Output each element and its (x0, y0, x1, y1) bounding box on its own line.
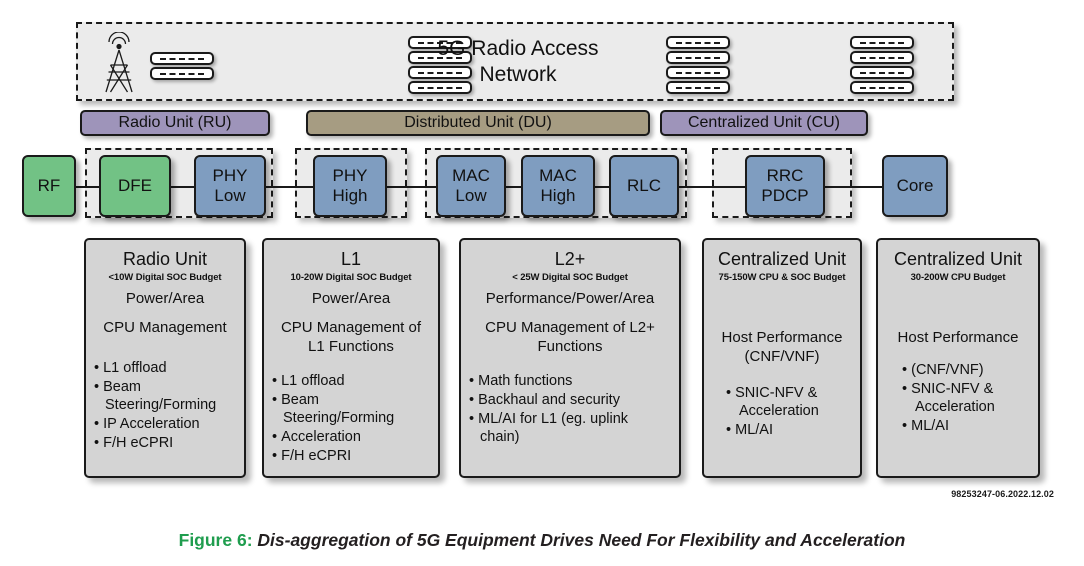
unit-bar-distributed-unit: Distributed Unit (DU) (306, 110, 650, 136)
card-item-list: Math functions Backhaul and security ML/… (469, 372, 671, 446)
list-item: F/H eCPRI (94, 434, 236, 452)
block-mac-low[interactable]: MAC Low (436, 155, 506, 217)
unit-bar-centralized-unit: Centralized Unit (CU) (660, 110, 868, 136)
block-rf-label: RF (37, 176, 61, 195)
card-item-list: SNIC-NFV & Acceleration ML/AI (712, 384, 852, 439)
card-role: Host Performance (CNF/VNF) (721, 329, 843, 365)
wire-phyhigh-maclow (385, 186, 439, 188)
list-item: SNIC-NFV & Acceleration (902, 380, 1030, 416)
list-item: (CNF/VNF) (902, 361, 1030, 379)
list-item: SNIC-NFV & Acceleration (726, 384, 852, 420)
block-rrc-pdcp[interactable]: RRC PDCP (745, 155, 825, 217)
card-budget: < 25W Digital SOC Budget (512, 272, 628, 283)
wire-rrc-core (823, 186, 885, 188)
card-budget: 75-150W CPU & SOC Budget (718, 272, 846, 283)
block-mac-high[interactable]: MAC High (521, 155, 595, 217)
block-phy-low[interactable]: PHY Low (194, 155, 266, 217)
wire-rf-dfe (74, 186, 102, 188)
detail-card-l2plus: L2+ < 25W Digital SOC Budget Performance… (459, 238, 681, 478)
card-focus: Power/Area (125, 290, 205, 307)
block-rlc[interactable]: RLC (609, 155, 679, 217)
wire-phylow-phyhigh (264, 186, 316, 188)
figure-caption-text: Dis-aggregation of 5G Equipment Drives N… (252, 530, 906, 550)
figure-caption: Figure 6: Dis-aggregation of 5G Equipmen… (0, 530, 1084, 551)
server-stack-icon-a (150, 52, 214, 82)
list-item: Backhaul and security (469, 391, 671, 409)
list-item: F/H eCPRI (272, 447, 430, 465)
block-dfe-label: DFE (118, 176, 152, 195)
antenna-tower-icon (105, 32, 133, 93)
unit-bar-radio-unit: Radio Unit (RU) (80, 110, 270, 136)
card-role: CPU Management (103, 319, 227, 336)
block-phy-low-label: PHY Low (212, 166, 248, 205)
ran-banner: 5G Radio Access Network (76, 22, 954, 101)
wire-dfe-phylow (169, 186, 197, 188)
card-title: L2+ (554, 249, 586, 269)
unit-bar-label-ru: Radio Unit (RU) (118, 114, 232, 131)
card-title: Centralized Unit (717, 249, 847, 269)
card-budget: 30-200W CPU Budget (910, 272, 1006, 283)
block-core-label: Core (896, 176, 934, 195)
wire-rlc-rrc (677, 186, 748, 188)
card-role: Host Performance (897, 329, 1019, 346)
list-item: L1 offload (272, 372, 430, 390)
detail-card-centralized-unit-2: Centralized Unit 30-200W CPU Budget Host… (876, 238, 1040, 478)
block-rrc-pdcp-label: RRC PDCP (761, 166, 809, 205)
unit-bar-label-cu: Centralized Unit (CU) (687, 114, 841, 131)
server-stack-icon-c (666, 36, 730, 96)
card-budget: <10W Digital SOC Budget (108, 272, 222, 283)
list-item: Acceleration (272, 428, 430, 446)
ran-banner-title: 5G Radio Access Network (437, 37, 599, 86)
card-item-list: L1 offload Beam Steering/Forming Acceler… (272, 372, 430, 465)
card-role: CPU Management of L1 Functions (280, 319, 422, 355)
list-item: ML/AI (902, 417, 1030, 435)
detail-card-centralized-unit-1: Centralized Unit 75-150W CPU & SOC Budge… (702, 238, 862, 478)
server-stack-icon-d (850, 36, 914, 96)
card-focus: Power/Area (311, 290, 391, 307)
card-item-list: (CNF/VNF) SNIC-NFV & Acceleration ML/AI (886, 361, 1030, 435)
block-rf[interactable]: RF (22, 155, 76, 217)
card-budget: 10-20W Digital SOC Budget (290, 272, 412, 283)
diagram-canvas: 5G Radio Access Network Radio Unit (RU) … (0, 0, 1084, 566)
card-focus: Performance/Power/Area (485, 290, 655, 307)
list-item: IP Acceleration (94, 415, 236, 433)
detail-card-radio-unit: Radio Unit <10W Digital SOC Budget Power… (84, 238, 246, 478)
list-item: Beam Steering/Forming (272, 391, 430, 427)
figure-number: Figure 6: (178, 530, 253, 550)
card-item-list: L1 offload Beam Steering/Forming IP Acce… (94, 359, 236, 452)
list-item: L1 offload (94, 359, 236, 377)
card-role: CPU Management of L2+ Functions (485, 319, 655, 355)
unit-bar-label-du: Distributed Unit (DU) (404, 114, 552, 131)
block-phy-high-label: PHY High (332, 166, 368, 205)
card-title: Radio Unit (122, 249, 208, 269)
detail-card-l1: L1 10-20W Digital SOC Budget Power/Area … (262, 238, 440, 478)
list-item: Beam Steering/Forming (94, 378, 236, 414)
list-item: ML/AI (726, 421, 852, 439)
block-mac-high-label: MAC High (539, 166, 577, 205)
card-title: Centralized Unit (893, 249, 1023, 269)
list-item: Math functions (469, 372, 671, 390)
card-title: L1 (340, 249, 362, 269)
document-code: 98253247-06.2022.12.02 (951, 489, 1054, 499)
block-core[interactable]: Core (882, 155, 948, 217)
block-dfe[interactable]: DFE (99, 155, 171, 217)
block-mac-low-label: MAC Low (452, 166, 490, 205)
block-phy-high[interactable]: PHY High (313, 155, 387, 217)
list-item: ML/AI for L1 (eg. uplink chain) (469, 410, 671, 446)
block-rlc-label: RLC (626, 176, 661, 195)
